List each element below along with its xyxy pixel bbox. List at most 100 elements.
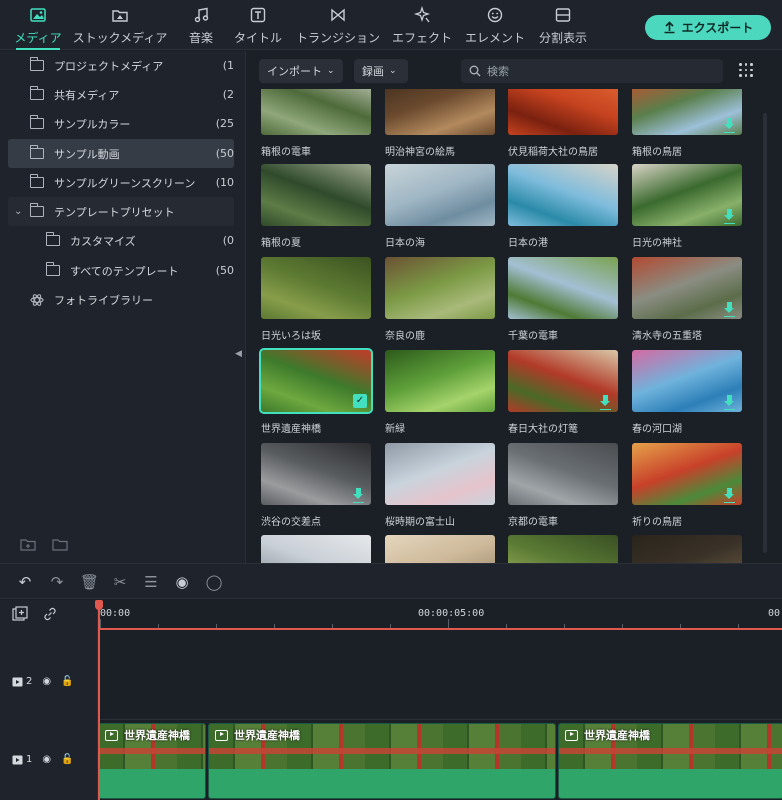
video-clip[interactable]: 世界遺産神橋 [98, 723, 206, 799]
thumbnail-image: ✓ [259, 348, 373, 414]
download-icon-base [600, 408, 611, 410]
tab-element[interactable]: エレメント [465, 6, 525, 50]
sidebar-item-sample-color[interactable]: サンプルカラー (25 [8, 109, 234, 138]
download-icon[interactable] [724, 118, 735, 130]
chevron-down-icon[interactable]: ⌄ [14, 206, 24, 217]
download-icon[interactable] [353, 488, 364, 500]
add-track-icon[interactable] [12, 606, 28, 622]
tab-effect[interactable]: エフェクト [392, 6, 452, 50]
media-thumbnail[interactable]: 明治神宮の絵馬 [385, 89, 495, 158]
lock-icon[interactable]: 🔓 [61, 676, 73, 687]
thumbnail-image [508, 164, 618, 226]
media-thumbnail[interactable]: 春日大社の灯篭 [508, 350, 618, 435]
delete-icon[interactable]: 🗑 [80, 573, 99, 591]
media-thumbnail[interactable] [632, 535, 742, 563]
folder-icon [45, 232, 60, 246]
import-dropdown[interactable]: インポート ⌄ [259, 59, 343, 83]
download-icon[interactable] [724, 209, 735, 221]
adjust-icon[interactable]: ☰ [142, 573, 160, 591]
tab-transition[interactable]: トランジション [296, 6, 380, 50]
tab-title[interactable]: タイトル [232, 6, 284, 50]
folder-icon [29, 203, 44, 217]
eye-icon[interactable]: ◉ [42, 676, 51, 687]
thumbnail-image [632, 257, 742, 319]
media-thumbnail[interactable]: 日光いろは坂 [261, 257, 371, 342]
grid-view-icon[interactable] [739, 63, 753, 77]
audio-record-icon[interactable]: ◉ [173, 573, 191, 591]
media-thumbnail-label: 春の河口湖 [632, 424, 682, 435]
folder-icon [29, 115, 44, 129]
thumbnail-image [385, 164, 495, 226]
media-thumbnail[interactable]: 渋谷の交差点 [261, 443, 371, 528]
media-thumbnail[interactable]: 日本の港 [508, 164, 618, 249]
top-toolbar: メディア ストックメディア 音楽 タイトル トランジション エフェクト エレメン… [0, 0, 782, 50]
media-thumbnail-label: 祈りの鳥居 [632, 517, 682, 528]
thumbnail-image [385, 535, 495, 563]
download-icon[interactable] [724, 302, 735, 314]
media-thumbnail[interactable] [261, 535, 371, 563]
sidebar-item-sample-video[interactable]: サンプル動画 (50 [8, 139, 234, 168]
media-thumbnail[interactable]: 日光の神社 [632, 164, 742, 249]
playhead[interactable] [98, 600, 100, 800]
undo-icon[interactable]: ↶ [16, 573, 34, 591]
export-button[interactable]: エクスポート [645, 15, 771, 40]
video-clip[interactable]: 世界遺産神橋 [558, 723, 782, 799]
sidebar-item-customize[interactable]: カスタマイズ (0 [8, 226, 234, 255]
record-dropdown[interactable]: 録画 ⌄ [354, 59, 408, 83]
collapse-sidebar-icon[interactable]: ◀ [235, 349, 242, 359]
download-icon[interactable] [724, 395, 735, 407]
download-icon[interactable] [724, 488, 735, 500]
folder-icon[interactable] [52, 537, 68, 551]
video-clip[interactable]: 世界遺産神橋 [208, 723, 556, 799]
timeline-ruler[interactable]: 00:00 00:00:05:00 00 [98, 600, 782, 630]
download-icon[interactable] [600, 395, 611, 407]
media-thumbnail[interactable]: 新緑 [385, 350, 495, 435]
sidebar-item-sample-green-screen[interactable]: サンプルグリーンスクリーン (10 [8, 168, 234, 197]
sidebar-item-template-presets[interactable]: ⌄ テンプレートプリセット [8, 197, 234, 226]
media-scrollbar[interactable] [763, 113, 767, 553]
media-thumbnail[interactable]: 箱根の鳥居 [632, 89, 742, 158]
redo-icon[interactable]: ↷ [48, 573, 66, 591]
media-thumbnail[interactable]: 箱根の夏 [261, 164, 371, 249]
track-2[interactable] [98, 630, 782, 720]
timeline-toolbar: ↶ ↷ 🗑 ✂ ☰ ◉ ◯ [0, 563, 782, 599]
tab-stock-media[interactable]: ストックメディア [72, 6, 168, 50]
search-input[interactable]: 検索 [461, 59, 723, 83]
media-thumbnail[interactable] [385, 535, 495, 563]
new-folder-icon[interactable] [20, 537, 36, 551]
media-thumbnail[interactable]: ✓ 世界遺産神橋 [259, 348, 373, 435]
tab-media[interactable]: メディア [12, 6, 64, 50]
track-2-controls: 2 ◉ 🔓 [12, 676, 74, 687]
thumbnail-image [508, 350, 618, 412]
split-cut-icon[interactable]: ✂ [111, 573, 129, 591]
sidebar-item-shared-media[interactable]: 共有メディア (2 [8, 80, 234, 109]
link-icon[interactable] [42, 606, 58, 622]
sidebar-item-photo-library[interactable]: フォトライブラリー [8, 285, 234, 314]
tab-split-screen[interactable]: 分割表示 [538, 6, 588, 50]
media-thumbnail[interactable]: 祈りの鳥居 [632, 443, 742, 528]
media-thumbnail[interactable]: 京都の電車 [508, 443, 618, 528]
folder-icon [29, 145, 44, 159]
media-thumbnail[interactable]: 桜時期の富士山 [385, 443, 495, 528]
media-thumbnail[interactable]: 箱根の電車 [261, 89, 371, 158]
media-thumbnail[interactable]: 清水寺の五重塔 [632, 257, 742, 342]
media-thumbnail[interactable]: 春の河口湖 [632, 350, 742, 435]
search-icon [469, 65, 481, 77]
lock-icon[interactable]: 🔓 [61, 754, 73, 765]
sidebar-item-all-templates[interactable]: すべてのテンプレート (50 [8, 256, 234, 285]
track-1[interactable]: 世界遺産神橋 世界遺産神橋 世界遺産神橋 [98, 721, 782, 800]
media-thumbnail[interactable]: 伏見稲荷大社の鳥居 [508, 89, 618, 158]
playhead-handle[interactable] [95, 600, 103, 610]
media-thumbnail[interactable]: 千葉の電車 [508, 257, 618, 342]
sidebar-item-project-media[interactable]: プロジェクトメディア (1 [8, 51, 234, 80]
tab-music[interactable]: 音楽 [186, 6, 216, 50]
timecode-end: 00 [768, 608, 781, 619]
media-thumbnail[interactable]: 日本の海 [385, 164, 495, 249]
media-thumbnail[interactable]: 奈良の鹿 [385, 257, 495, 342]
media-thumbnail-label: 千葉の電車 [508, 331, 558, 342]
speech-to-text-icon[interactable]: ◯ [205, 573, 223, 591]
eye-icon[interactable]: ◉ [42, 754, 51, 765]
photo-library-icon [30, 293, 44, 306]
media-thumbnail-label: 京都の電車 [508, 517, 558, 528]
media-thumbnail[interactable] [508, 535, 618, 563]
